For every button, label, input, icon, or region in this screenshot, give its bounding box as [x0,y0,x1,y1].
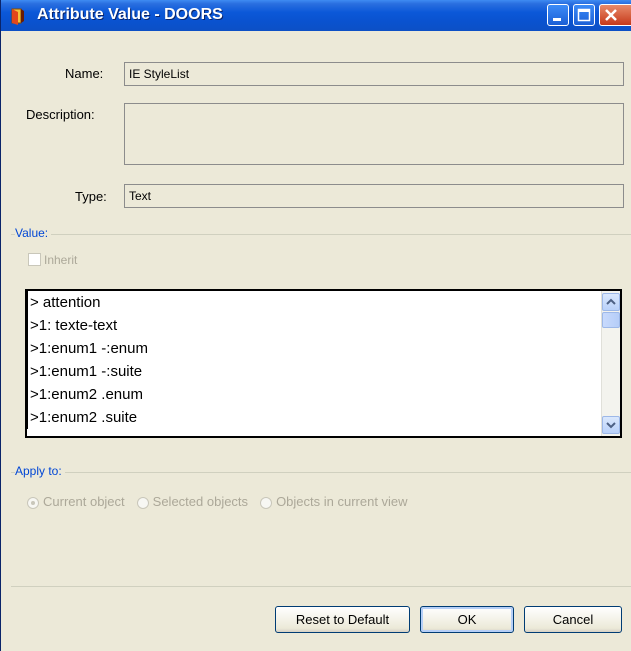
list-item[interactable]: >1:enum1 -:enum [27,337,602,360]
doors-app-icon [9,7,27,25]
type-label: Type: [75,189,107,204]
radio-label: Current object [43,494,125,509]
cancel-button[interactable]: Cancel [524,606,622,633]
ok-button[interactable]: OK [420,606,514,633]
value-list: > attention >1: texte-text >1:enum1 -:enum… [27,291,602,436]
window-title: Attribute Value - DOORS [37,6,223,23]
inherit-label: Inherit [44,253,78,267]
list-item[interactable]: > attention [27,291,602,314]
bottom-divider [11,586,631,587]
reset-to-default-button[interactable]: Reset to Default [275,606,410,633]
inherit-checkbox[interactable] [28,253,41,266]
close-button[interactable] [599,4,631,26]
apply-option-0[interactable]: Current object [27,494,125,509]
list-item[interactable]: >1:enum1 -:suite [27,360,602,383]
radio-button[interactable] [27,496,39,509]
radio-label: Objects in current view [276,494,408,509]
name-field[interactable]: IE StyleList [124,62,624,86]
maximize-button[interactable] [573,4,595,26]
title-bar[interactable]: Attribute Value - DOORS [1,0,631,31]
list-item[interactable]: >1:enum2 .suite [27,406,602,429]
description-field[interactable] [124,103,624,165]
value-group-label: Value: [15,226,52,240]
description-label: Description: [26,107,95,122]
name-value: IE StyleList [129,67,190,81]
scroll-up-button[interactable] [602,293,620,311]
chevron-down-icon [606,422,616,429]
radio-label: Selected objects [152,494,249,509]
apply-option-2[interactable]: Objects in current view [260,494,408,509]
list-item[interactable]: >1:enum2 .enum [27,383,602,406]
vertical-scrollbar[interactable] [601,291,620,436]
name-label: Name: [65,66,104,81]
maximize-icon [577,8,591,22]
minimize-button[interactable] [547,4,569,26]
close-icon [605,9,617,21]
type-value: Text [129,189,152,203]
minimize-icon [553,18,561,21]
type-field[interactable]: Text [124,184,624,208]
scroll-down-button[interactable] [602,416,620,434]
chevron-up-icon [606,298,616,305]
attribute-value-dialog: Attribute Value - DOORS Name: IE StyleLi… [0,0,631,651]
value-group-divider [11,234,631,235]
list-item[interactable]: >1: texte-text [27,314,602,337]
radio-button[interactable] [260,496,273,509]
apply-to-options: Current object Selected objects Objects in… [27,494,420,509]
apply-group-divider [11,472,631,473]
radio-button[interactable] [136,496,149,509]
value-listbox[interactable]: > attention >1: texte-text >1:enum1 -:enum… [25,289,622,438]
scroll-thumb[interactable] [602,312,620,328]
apply-group-label: Apply to: [15,464,65,478]
apply-option-1[interactable]: Selected objects [136,494,249,509]
